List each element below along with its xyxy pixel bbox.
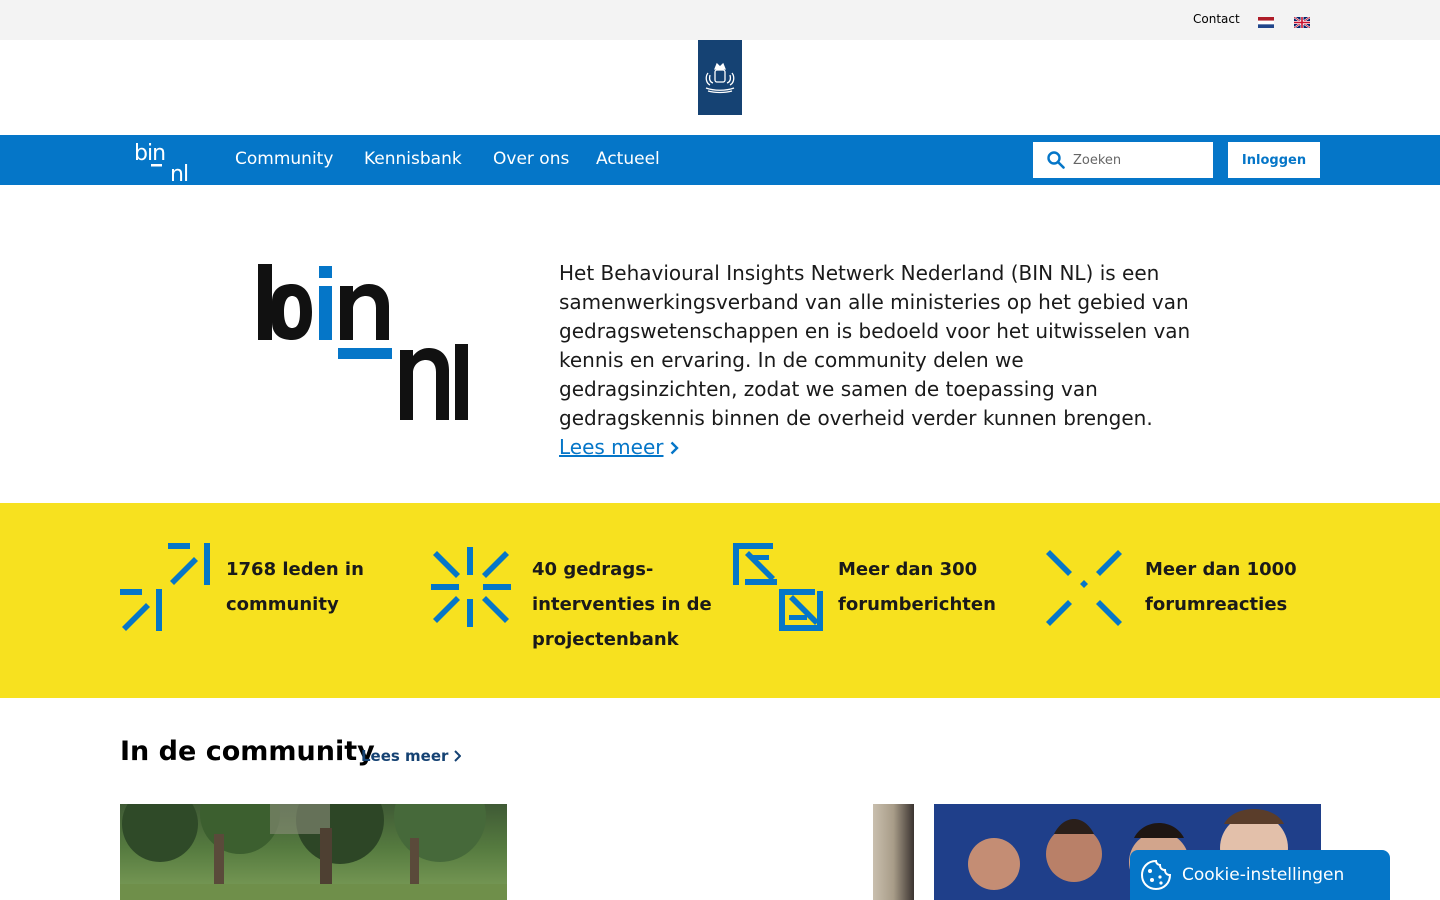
statistics-band: 1768 leden in community 40 gedrags- inte… (0, 503, 1440, 698)
hero-description: Het Behavioural Insights Netwerk Nederla… (559, 259, 1199, 462)
stat-interventions: 40 gedrags- interventies in de projecten… (532, 552, 712, 657)
search-icon[interactable] (1047, 151, 1065, 169)
stat-forum-posts: Meer dan 300 forumberichten (838, 552, 996, 622)
interventions-icon (431, 547, 511, 627)
stat-forum-reactions-line2: forumreacties (1145, 594, 1288, 615)
community-section-title: In de community (120, 736, 375, 767)
stat-interventions-line3: projectenbank (532, 629, 679, 650)
chevron-right-icon (670, 441, 679, 454)
stat-interventions-line2: interventies in de (532, 594, 712, 615)
forum-posts-icon (733, 543, 823, 631)
stat-forum-posts-line1: Meer dan 300 (838, 559, 978, 580)
stat-members: 1768 leden in community (226, 552, 364, 622)
nav-actueel[interactable]: Actueel (596, 149, 660, 169)
forum-reactions-icon (1046, 550, 1122, 626)
bin-nl-logo-small[interactable]: bin nl (134, 138, 194, 182)
community-read-more-label: Lees meer (361, 747, 449, 765)
members-icon (120, 543, 210, 631)
community-card-image-partial[interactable] (873, 804, 914, 900)
svg-text:bin: bin (134, 141, 165, 166)
flag-en-icon[interactable] (1293, 13, 1311, 29)
stat-members-line1: 1768 leden in (226, 559, 364, 580)
stat-members-line2: community (226, 594, 339, 615)
chevron-right-icon (454, 750, 462, 762)
bin-nl-logo-large (258, 264, 468, 420)
cookie-icon (1140, 859, 1172, 891)
main-navigation: bin nl Community Kennisbank Over ons Act… (0, 135, 1440, 185)
search-box (1033, 142, 1213, 178)
svg-text:nl: nl (170, 162, 188, 182)
cookie-settings-label: Cookie-instellingen (1182, 865, 1345, 885)
hero-read-more[interactable]: Lees meer (559, 433, 679, 462)
nav-over-ons[interactable]: Over ons (493, 149, 569, 169)
forest-photo (120, 804, 507, 900)
search-input[interactable] (1073, 142, 1207, 178)
login-button[interactable]: Inloggen (1228, 142, 1320, 178)
stat-forum-reactions-line1: Meer dan 1000 (1145, 559, 1297, 580)
hero-description-text: Het Behavioural Insights Netwerk Nederla… (559, 261, 1191, 430)
contact-link[interactable]: Contact (1193, 12, 1240, 26)
crown-coat-of-arms-icon (705, 62, 735, 93)
flag-nl-icon[interactable] (1258, 13, 1274, 28)
top-utility-bar: Contact (0, 0, 1440, 40)
stat-interventions-line1: 40 gedrags- (532, 559, 654, 580)
cookie-settings-button[interactable]: Cookie-instellingen (1130, 850, 1390, 900)
community-card-image-forest[interactable] (120, 804, 507, 900)
rijksoverheid-logo[interactable] (698, 40, 742, 115)
nav-community[interactable]: Community (235, 149, 333, 169)
stat-forum-posts-line2: forumberichten (838, 594, 996, 615)
stat-forum-reactions: Meer dan 1000 forumreacties (1145, 552, 1297, 622)
hero-read-more-link[interactable]: Lees meer (559, 433, 664, 462)
community-read-more[interactable]: Lees meer (361, 747, 462, 765)
nav-kennisbank[interactable]: Kennisbank (364, 149, 462, 169)
